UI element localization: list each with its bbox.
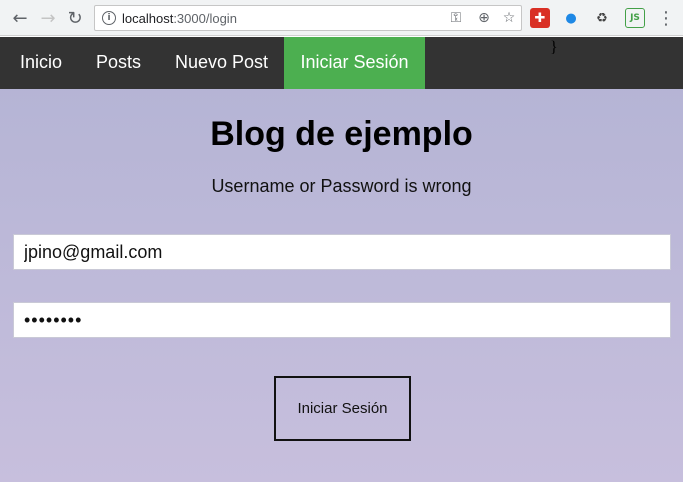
browser-toolbar: ← → ↻ i localhost:3000/login ⚿ ⊕ ☆ ✚ ● ♻ JS… [0,0,683,36]
nodejs-extension-icon[interactable]: JS [625,8,645,28]
page-body: Inicio Posts Nuevo Post Iniciar Sesión }… [0,37,683,482]
password-field[interactable] [13,302,671,338]
url-host: localhost [122,11,174,26]
page-title: Blog de ejemplo [210,115,473,153]
nav-link-inicio[interactable]: Inicio [2,37,80,89]
reload-icon[interactable]: ↻ [64,7,86,29]
red-extension-icon[interactable]: ✚ [530,8,550,28]
stray-brace-text: } [550,39,558,56]
email-field[interactable] [13,234,671,270]
key-icon[interactable]: ⚿ [447,9,465,27]
url-text[interactable]: localhost:3000/login [122,11,237,26]
nav-link-nuevo-post[interactable]: Nuevo Post [157,37,286,89]
bookmark-star-icon[interactable]: ☆ [500,9,518,27]
zoom-icon[interactable]: ⊕ [475,9,493,27]
nav-link-posts[interactable]: Posts [78,37,159,89]
error-message: Username or Password is wrong [211,176,472,196]
recycle-extension-icon[interactable]: ♻ [592,8,612,28]
back-arrow-icon[interactable]: ← [9,7,31,29]
nav-link-iniciar-sesion[interactable]: Iniciar Sesión [284,37,425,89]
address-bar[interactable]: i localhost:3000/login ⚿ ⊕ ☆ [94,5,522,31]
login-submit-button[interactable]: Iniciar Sesión [274,376,411,441]
forward-arrow-icon[interactable]: → [37,7,59,29]
globe-extension-icon[interactable]: ● [561,8,581,28]
info-icon[interactable]: i [102,11,116,25]
url-path: :3000/login [173,11,237,26]
top-navbar: Inicio Posts Nuevo Post Iniciar Sesión } [0,37,683,89]
browser-menu-icon[interactable]: ⋮ [655,7,677,29]
